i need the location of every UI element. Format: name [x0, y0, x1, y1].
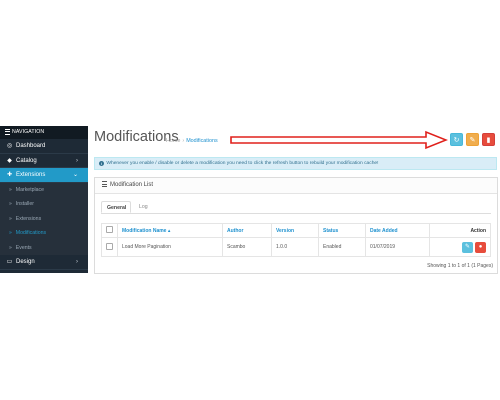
- sidebar-subitem-modifications[interactable]: » Modifications: [0, 226, 88, 241]
- monitor-icon: ▭: [6, 259, 13, 265]
- chevron-down-icon: ⌄: [72, 172, 78, 178]
- sidebar-subitem-events[interactable]: » Events: [0, 241, 88, 256]
- pencil-icon: ✎: [464, 243, 471, 250]
- panel-heading: Modification List: [95, 178, 497, 194]
- breadcrumb: Home › Modifications: [166, 138, 218, 144]
- select-all-cell: [101, 223, 118, 238]
- column-header-version[interactable]: Version: [271, 223, 319, 238]
- sidebar-item-catalog[interactable]: ◆ Catalog ›: [0, 154, 88, 168]
- breadcrumb-separator: ›: [182, 138, 185, 144]
- edit-button[interactable]: ✎: [462, 241, 473, 253]
- table-header-row: Modification Name ▴ Author Version Statu…: [101, 223, 491, 238]
- cell-name: Load More Pagination: [117, 237, 223, 257]
- bullet-icon: »: [9, 215, 12, 222]
- bullet-icon: »: [9, 230, 12, 236]
- sidebar-subitem-marketplace[interactable]: » Marketplace: [0, 183, 88, 198]
- modification-table: Modification Name ▴ Author Version Statu…: [101, 223, 491, 257]
- tab-log[interactable]: Log: [134, 201, 153, 213]
- pagination-summary: Showing 1 to 1 of 1 (1 Pages): [427, 263, 493, 269]
- select-all-checkbox[interactable]: [106, 226, 113, 233]
- cell-actions: ✎ ●: [429, 237, 491, 257]
- panel-title: Modification List: [110, 182, 154, 188]
- table-row: Load More Pagination Scambo 1.0.0 Enable…: [101, 237, 491, 257]
- sidebar-subitem-label: Installer: [15, 201, 34, 207]
- cell-author: Scambo: [222, 237, 272, 257]
- tag-icon: ◆: [7, 157, 12, 164]
- sidebar-item-extensions[interactable]: ✚ Extensions ⌄: [0, 168, 88, 183]
- sidebar-item-dashboard[interactable]: ◎ Dashboard: [0, 139, 88, 154]
- row-select-cell: [101, 237, 118, 257]
- sidebar-subitem-extensions[interactable]: » Extensions: [0, 212, 88, 227]
- column-header-date-added[interactable]: Date Added: [365, 223, 430, 238]
- eraser-icon: ✎: [469, 137, 476, 144]
- sidebar-subitem-label: Events: [15, 244, 32, 251]
- navigation-header[interactable]: NAVIGATION: [0, 126, 88, 139]
- sidebar-subitem-label: Extensions: [15, 215, 42, 222]
- trash-icon: ▮: [486, 137, 491, 144]
- dashboard-icon: ◎: [6, 143, 13, 149]
- column-header-status[interactable]: Status: [318, 223, 366, 238]
- tab-general[interactable]: General: [101, 201, 131, 213]
- sidebar-subitem-label: Modifications: [15, 230, 47, 236]
- chevron-right-icon: ›: [76, 157, 78, 164]
- column-header-name[interactable]: Modification Name ▴: [117, 223, 223, 238]
- sidebar-item-design[interactable]: ▭ Design ›: [0, 255, 88, 270]
- cell-date-added: 01/07/2019: [365, 237, 430, 257]
- extensions-submenu: » Marketplace » Installer » Extensions » Mod…: [0, 182, 88, 256]
- clear-button[interactable]: ✎: [466, 133, 479, 146]
- delete-row-button[interactable]: ●: [475, 241, 486, 253]
- bullet-icon: »: [9, 201, 12, 207]
- column-header-author[interactable]: Author: [222, 223, 272, 238]
- row-checkbox[interactable]: [106, 242, 113, 250]
- cell-version: 1.0.0: [271, 237, 319, 257]
- annotation-arrow-icon: [230, 130, 448, 150]
- tab-bar: General Log: [101, 201, 491, 214]
- list-icon: [102, 181, 107, 188]
- bullet-icon: »: [9, 244, 12, 251]
- modification-list-panel: Modification List General Log Modificati…: [94, 177, 498, 274]
- cell-status: Enabled: [318, 237, 366, 257]
- puzzle-icon: ✚: [6, 172, 13, 178]
- minus-circle-icon: ●: [478, 243, 483, 250]
- sidebar-item-label: Design: [16, 259, 35, 265]
- chevron-right-icon: ›: [76, 259, 78, 265]
- refresh-icon: ↻: [453, 137, 460, 144]
- sidebar: NAVIGATION ◎ Dashboard ◆ Catalog › ✚ Extens…: [0, 126, 88, 273]
- breadcrumb-home[interactable]: Home: [166, 138, 180, 144]
- sidebar-subitem-installer[interactable]: » Installer: [0, 197, 88, 212]
- info-alert: i Whenever you enable / disable or delet…: [94, 157, 497, 170]
- navigation-header-label: NAVIGATION: [12, 129, 45, 135]
- info-circle-icon: i: [99, 161, 104, 166]
- delete-button[interactable]: ▮: [482, 133, 495, 146]
- column-header-action: Action: [429, 223, 491, 238]
- sidebar-item-label: Dashboard: [16, 143, 46, 149]
- alert-text: Whenever you enable / disable or delete …: [106, 161, 379, 166]
- sidebar-item-label: Catalog: [16, 157, 37, 164]
- bullet-icon: »: [9, 186, 12, 193]
- refresh-button[interactable]: ↻: [450, 133, 463, 146]
- breadcrumb-modifications[interactable]: Modifications: [186, 138, 217, 144]
- hamburger-icon: [5, 128, 10, 135]
- sidebar-item-label: Extensions: [16, 172, 46, 178]
- sidebar-subitem-label: Marketplace: [15, 186, 45, 193]
